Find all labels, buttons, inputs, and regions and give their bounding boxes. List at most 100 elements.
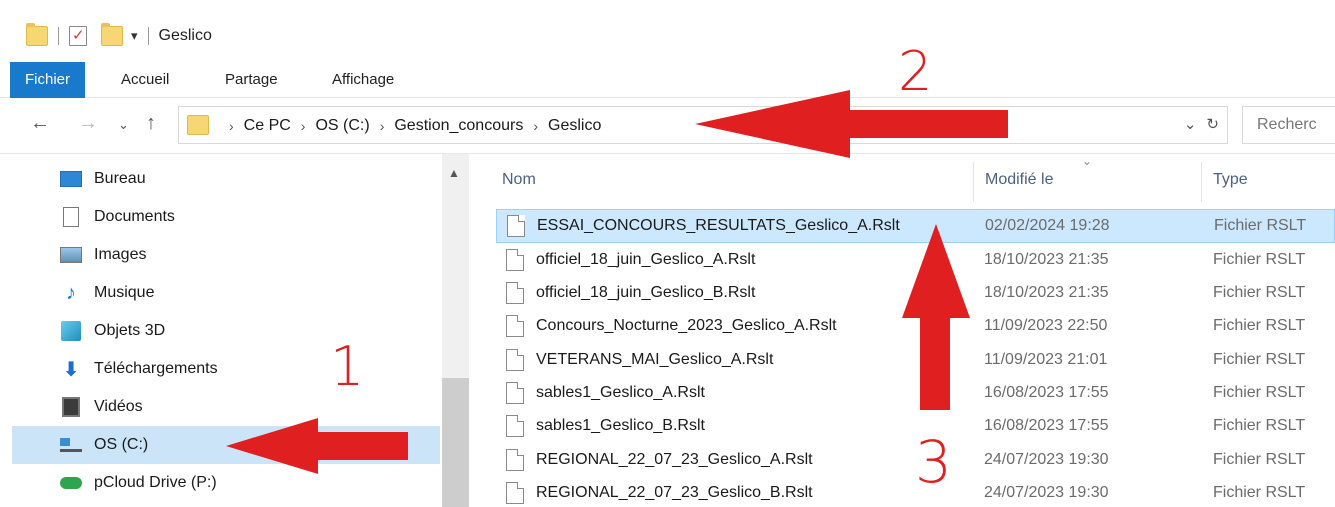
file-type: Fichier RSLT	[1213, 284, 1306, 301]
breadcrumb-gestion-concours[interactable]: Gestion_concours	[394, 117, 523, 135]
column-header-name[interactable]: Nom	[502, 164, 536, 196]
sidebar-item-objets-3d[interactable]: Objets 3D	[12, 312, 440, 350]
table-row[interactable]: officiel_18_juin_Geslico_B.Rslt 18/10/20…	[496, 276, 1335, 310]
breadcrumb-ce-pc[interactable]: Ce PC	[244, 117, 291, 135]
file-type: Fichier RSLT	[1213, 251, 1306, 268]
table-row[interactable]: ESSAI_CONCOURS_RESULTATS_Geslico_A.Rslt …	[496, 209, 1335, 243]
file-name: ESSAI_CONCOURS_RESULTATS_Geslico_A.Rslt	[537, 217, 900, 234]
folder-icon	[187, 115, 209, 135]
file-type: Fichier RSLT	[1213, 484, 1306, 501]
tab-accueil[interactable]: Accueil	[107, 62, 183, 98]
file-type: Fichier RSLT	[1213, 384, 1306, 401]
chevron-right-icon[interactable]: ›	[533, 118, 538, 134]
drive-icon	[60, 438, 82, 452]
separator	[147, 27, 149, 45]
navigation-pane: Bureau Documents Images ♪ Musique Objets…	[0, 154, 470, 507]
sidebar-item-pcloud-drive[interactable]: pCloud Drive (P:)	[12, 464, 440, 502]
column-divider[interactable]	[1201, 162, 1202, 202]
file-list: ⌄ Nom Modifié le Type ESSAI_CONCOURS_RES…	[470, 154, 1335, 507]
column-divider[interactable]	[973, 162, 974, 202]
properties-icon[interactable]	[69, 26, 87, 46]
music-icon: ♪	[66, 281, 76, 304]
column-header-modified[interactable]: Modifié le	[985, 164, 1053, 196]
file-name: REGIONAL_22_07_23_Geslico_A.Rslt	[536, 451, 813, 468]
search-input[interactable]: Recherc	[1242, 106, 1335, 144]
file-type: Fichier RSLT	[1213, 417, 1306, 434]
separator	[58, 27, 59, 45]
file-name: Concours_Nocturne_2023_Geslico_A.Rslt	[536, 317, 837, 334]
chevron-right-icon[interactable]: ›	[301, 118, 306, 134]
tab-fichier[interactable]: Fichier	[10, 62, 85, 98]
sidebar-item-bureau[interactable]: Bureau	[12, 160, 440, 198]
tab-affichage[interactable]: Affichage	[318, 62, 408, 98]
annotation-number-2: 2	[898, 40, 933, 103]
documents-icon	[63, 207, 79, 227]
sidebar-item-musique[interactable]: ♪ Musique	[12, 274, 440, 312]
file-modified: 16/08/2023 17:55	[984, 417, 1109, 434]
file-icon	[506, 349, 524, 371]
sidebar-item-videos[interactable]: Vidéos	[12, 388, 440, 426]
sidebar-item-label: Objets 3D	[94, 322, 166, 339]
file-name: VETERANS_MAI_Geslico_A.Rslt	[536, 351, 774, 368]
address-bar[interactable]: › Ce PC › OS (C:) › Gestion_concours › G…	[178, 106, 1228, 144]
forward-arrow-icon[interactable]: →	[78, 112, 98, 135]
sidebar-item-documents[interactable]: Documents	[12, 198, 440, 236]
pictures-icon	[60, 247, 82, 263]
scrollbar-thumb[interactable]	[442, 378, 469, 507]
file-modified: 11/09/2023 21:01	[984, 351, 1108, 368]
sidebar-item-os-c[interactable]: OS (C:)	[12, 426, 440, 464]
sidebar-item-label: Documents	[94, 208, 175, 225]
new-folder-icon[interactable]	[101, 23, 123, 46]
sidebar-item-label: OS (C:)	[94, 436, 149, 453]
sidebar-item-label: pCloud Drive (P:)	[94, 474, 217, 491]
sidebar-item-label: Images	[94, 246, 147, 263]
breadcrumb-geslico[interactable]: Geslico	[548, 117, 601, 135]
annotation-number-3: 3	[915, 428, 952, 496]
file-icon	[506, 382, 524, 404]
file-icon	[506, 282, 524, 304]
sidebar-item-label: Téléchargements	[94, 360, 218, 377]
file-icon	[507, 215, 525, 237]
file-icon	[506, 415, 524, 437]
table-row[interactable]: Concours_Nocturne_2023_Geslico_A.Rslt 11…	[496, 309, 1335, 343]
file-modified: 18/10/2023 21:35	[984, 251, 1109, 268]
table-row[interactable]: VETERANS_MAI_Geslico_A.Rslt 11/09/2023 2…	[496, 343, 1335, 377]
sort-caret-icon: ⌄	[1082, 154, 1093, 168]
file-icon	[506, 249, 524, 271]
file-modified: 18/10/2023 21:35	[984, 284, 1109, 301]
address-tools: ⌄ ↻	[1184, 115, 1219, 133]
file-name: officiel_18_juin_Geslico_A.Rslt	[536, 251, 756, 268]
quick-access-toolbar: ▾ Geslico	[26, 22, 212, 50]
3d-objects-icon	[61, 321, 81, 341]
sidebar-item-label: Bureau	[94, 170, 146, 187]
chevron-down-icon[interactable]: ⌄	[1184, 115, 1197, 133]
sidebar-item-label: Vidéos	[94, 398, 143, 415]
file-modified: 24/07/2023 19:30	[984, 484, 1109, 501]
search-placeholder: Recherc	[1257, 116, 1317, 133]
address-row: ← → ⌄ ↑ › Ce PC › OS (C:) › Gestion_conc…	[0, 98, 1335, 154]
up-arrow-icon[interactable]: ↑	[146, 112, 156, 135]
folder-icon	[26, 23, 48, 46]
file-icon	[506, 482, 524, 504]
title-bar: ▾ Geslico	[0, 0, 1335, 62]
window-title: Geslico	[158, 27, 212, 44]
tab-partage[interactable]: Partage	[211, 62, 292, 98]
sidebar-item-images[interactable]: Images	[12, 236, 440, 274]
chevron-right-icon: ›	[229, 118, 234, 134]
scroll-up-icon[interactable]: ▲	[448, 166, 460, 180]
file-type: Fichier RSLT	[1213, 317, 1306, 334]
column-header-type[interactable]: Type	[1213, 164, 1248, 196]
back-arrow-icon[interactable]: ←	[30, 112, 50, 135]
file-type: Fichier RSLT	[1213, 451, 1306, 468]
table-row[interactable]: sables1_Geslico_A.Rslt 16/08/2023 17:55 …	[496, 376, 1335, 410]
refresh-icon[interactable]: ↻	[1206, 115, 1219, 133]
file-modified: 02/02/2024 19:28	[985, 217, 1110, 234]
sidebar-item-telechargements[interactable]: ⬇ Téléchargements	[12, 350, 440, 388]
recent-locations-icon[interactable]: ⌄	[118, 117, 129, 133]
file-modified: 16/08/2023 17:55	[984, 384, 1109, 401]
table-row[interactable]: officiel_18_juin_Geslico_A.Rslt 18/10/20…	[496, 243, 1335, 277]
breadcrumb-os-c[interactable]: OS (C:)	[315, 117, 369, 135]
file-name: sables1_Geslico_B.Rslt	[536, 417, 705, 434]
chevron-right-icon[interactable]: ›	[380, 118, 385, 134]
customize-toolbar-icon[interactable]: ▾	[131, 28, 138, 44]
